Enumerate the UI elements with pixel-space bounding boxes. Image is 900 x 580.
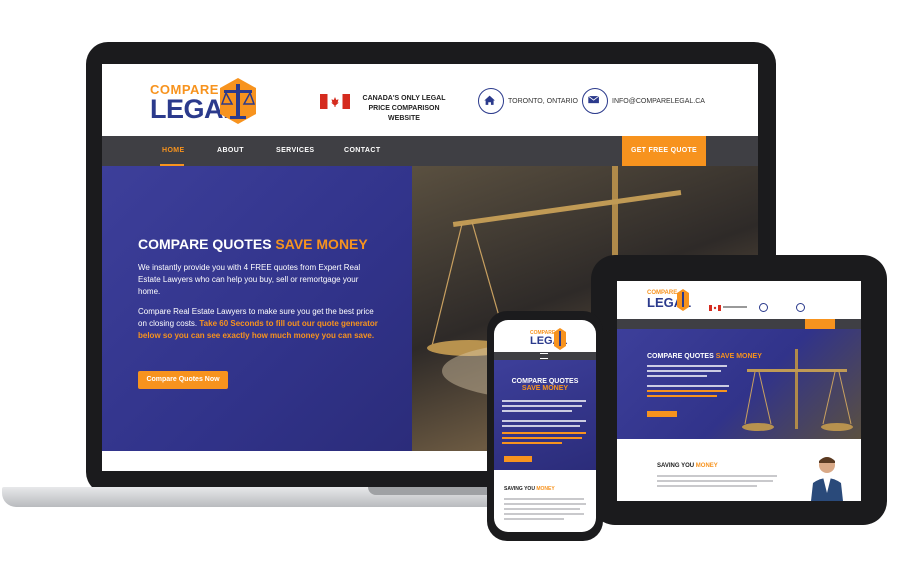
phone-hero-title-accent: SAVE MONEY xyxy=(521,385,569,392)
hero-paragraph-1: We instantly provide you with 4 FREE quo… xyxy=(138,263,361,296)
phone-nav-bar xyxy=(494,352,596,360)
phone-body-line xyxy=(504,498,584,500)
nav-item-services[interactable]: SERVICES xyxy=(276,147,314,154)
tablet-hero-text-line xyxy=(647,385,729,387)
tablet-saving-heading: SAVING YOU MONEY xyxy=(657,463,718,469)
mail-icon[interactable] xyxy=(582,88,608,114)
location-text: TORONTO, ONTARIO xyxy=(508,98,579,105)
tablet-hero-text-line xyxy=(647,375,707,377)
site-header: COMPARE LEGAL CANADA'S ONLY LEGAL PRICE … xyxy=(102,64,758,136)
hamburger-menu-icon[interactable] xyxy=(540,353,548,359)
phone-hero-text-line xyxy=(502,405,582,407)
email-link[interactable]: INFO@COMPARELEGAL.CA xyxy=(612,98,705,105)
tablet-hero-text-line xyxy=(647,370,721,372)
phone-compare-button[interactable] xyxy=(504,456,532,462)
tablet-flag-icon xyxy=(709,305,721,311)
tablet-screen: COMPARE LEGAL COMPARE QUOTES SAVE MONEY xyxy=(617,281,861,501)
main-nav: HOME ABOUT SERVICES CONTACT GET FREE QUO… xyxy=(102,136,758,166)
hero-title-accent: SAVE MONEY xyxy=(275,236,368,252)
phone-saving-heading: SAVING YOU MONEY xyxy=(504,486,555,492)
tablet-nav xyxy=(617,319,861,329)
tablet-tagline-placeholder xyxy=(723,306,747,308)
compare-quotes-button[interactable]: Compare Quotes Now xyxy=(138,371,228,389)
phone-hero-text-line xyxy=(502,410,572,412)
lawyer-avatar xyxy=(811,457,843,501)
tablet-hero-title: COMPARE QUOTES SAVE MONEY xyxy=(647,353,762,360)
tablet-hero-title-part1: COMPARE QUOTES xyxy=(647,353,716,360)
phone-hero-title: COMPARE QUOTES SAVE MONEY xyxy=(494,378,596,392)
nav-item-about[interactable]: ABOUT xyxy=(217,147,244,154)
nav-item-home[interactable]: HOME xyxy=(162,147,185,154)
phone-body-line xyxy=(504,518,564,520)
tablet-compare-button[interactable] xyxy=(647,411,677,417)
tablet-home-icon xyxy=(759,303,768,312)
phone-body-line xyxy=(504,508,580,510)
tablet-mail-icon xyxy=(796,303,805,312)
device-mockup: COMPARE LEGAL CANADA'S ONLY LEGAL PRICE … xyxy=(0,0,900,580)
tablet-saving-part1: SAVING YOU xyxy=(657,463,696,469)
phone-hero-text-line xyxy=(502,400,586,402)
phone-saving-part1: SAVING YOU xyxy=(504,486,537,492)
tablet-hero-text-line xyxy=(647,390,727,392)
hero-title: COMPARE QUOTES SAVE MONEY xyxy=(138,236,368,252)
tablet-body-line xyxy=(657,480,773,482)
tagline: CANADA'S ONLY LEGAL PRICE COMPARISON WEB… xyxy=(362,95,446,122)
phone-saving-accent: MONEY xyxy=(536,486,555,492)
tablet-hero-text-line xyxy=(647,365,727,367)
phone-hero-text-line xyxy=(502,442,562,444)
phone-hero-text-line xyxy=(502,425,580,427)
tablet-nav-cta[interactable] xyxy=(805,319,835,329)
phone-hero-text-line xyxy=(502,420,586,422)
phone-screen: COMPARE LEGAL COMPARE QUOTES SAVE MONEY … xyxy=(494,320,596,532)
phone-body-line xyxy=(504,513,584,515)
scales-of-justice-icon xyxy=(220,78,256,124)
phone-hero-title-part1: COMPARE QUOTES xyxy=(511,378,579,385)
phone-hero-text-line xyxy=(502,437,582,439)
hero-paragraph-2: Compare Real Estate Lawyers to make sure… xyxy=(138,306,378,342)
tablet-body-line xyxy=(657,485,757,487)
nav-item-contact[interactable]: CONTACT xyxy=(344,147,381,154)
hero-title-part1: COMPARE QUOTES xyxy=(138,236,276,252)
home-icon xyxy=(478,88,504,114)
tablet-scales-icon xyxy=(742,349,853,431)
tablet-hero-title-accent: SAVE MONEY xyxy=(715,353,762,360)
tablet-hero: COMPARE QUOTES SAVE MONEY xyxy=(617,329,861,439)
get-free-quote-button[interactable]: GET FREE QUOTE xyxy=(622,136,706,166)
site-logo[interactable]: COMPARE LEGAL xyxy=(150,76,260,126)
tablet-logo-mark-icon xyxy=(677,289,689,311)
phone-logo-mark-icon xyxy=(554,328,566,350)
phone-hero-text-line xyxy=(502,432,586,434)
tablet-body-line xyxy=(657,475,777,477)
tablet-saving-accent: MONEY xyxy=(695,463,718,469)
canada-flag-icon xyxy=(320,94,350,109)
phone-body-line xyxy=(504,503,586,505)
phone-hero: COMPARE QUOTES SAVE MONEY xyxy=(494,360,596,470)
tablet-hero-text-line xyxy=(647,395,717,397)
